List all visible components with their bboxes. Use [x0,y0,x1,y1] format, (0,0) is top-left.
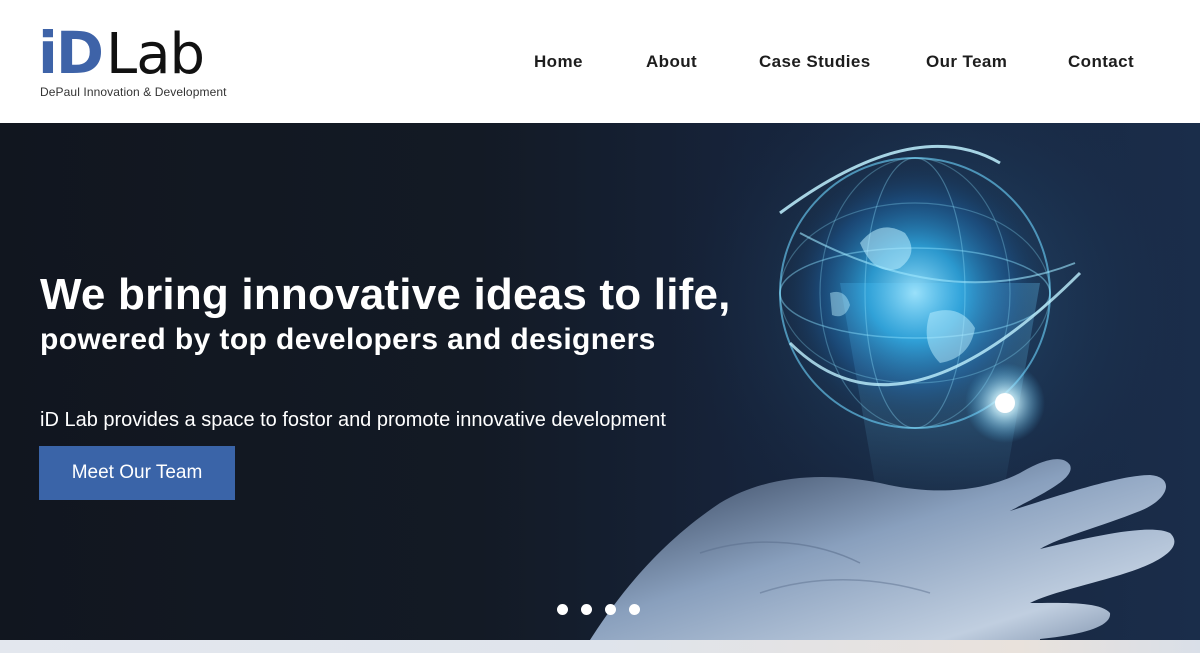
nav-about[interactable]: About [646,50,697,74]
next-section-peek [0,640,1200,653]
nav-home[interactable]: Home [534,50,583,74]
carousel-dot-4[interactable] [629,604,640,615]
carousel-dots [557,604,653,616]
main-nav: Home About Case Studies Our Team Contact [0,50,1200,76]
nav-contact[interactable]: Contact [1068,50,1134,74]
hero-title: We bring innovative ideas to life, [40,270,731,319]
carousel-dot-1[interactable] [557,604,568,615]
hero-banner: We bring innovative ideas to life, power… [0,123,1200,640]
hero-description: iD Lab provides a space to fostor and pr… [40,409,666,431]
hero-globe-hand-image [590,123,1190,640]
hero-subtitle: powered by top developers and designers [40,323,656,356]
nav-case-studies[interactable]: Case Studies [759,50,871,74]
nav-our-team[interactable]: Our Team [926,50,1007,74]
logo-tagline: DePaul Innovation & Development [40,85,227,99]
carousel-dot-2[interactable] [581,604,592,615]
carousel-dot-3[interactable] [605,604,616,615]
meet-our-team-button[interactable]: Meet Our Team [39,446,235,500]
site-header: iDLab DePaul Innovation & Development Ho… [0,0,1200,123]
